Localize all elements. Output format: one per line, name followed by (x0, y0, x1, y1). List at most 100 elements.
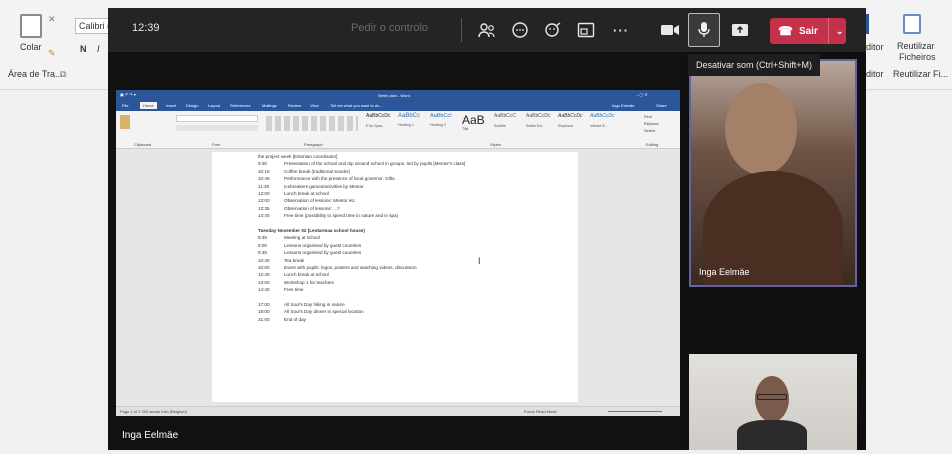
word-tab-design[interactable]: Design (186, 103, 198, 108)
paste-icon[interactable] (20, 14, 42, 38)
document-line: 14:40 Free time (possibility to spend tim… (258, 213, 398, 219)
editor-group-label: ditor (866, 69, 884, 79)
document-line: 13:00 Observation of lessons: Mentor etc (258, 198, 355, 204)
schedule-time: 9:30 (258, 161, 267, 167)
style-tile[interactable]: AaBbCcI Heading 2 (430, 113, 460, 137)
style-tile[interactable]: AaBbCcDc ¶ No Spac... (366, 113, 396, 137)
word-tab-insert[interactable]: Insert (166, 103, 176, 108)
schedule-time: 14:40 (258, 287, 270, 293)
style-name: Intense E... (590, 124, 608, 128)
style-tile[interactable]: AaB Title (462, 113, 492, 137)
schedule-text: Tea break (284, 257, 305, 263)
schedule-time: 8:45 (258, 235, 267, 241)
participant-body (737, 420, 807, 450)
word-window: ▣ ↶ ↷ ▾ Week plan - Word – ▢ ✕ File Home… (116, 90, 680, 416)
share-screen-icon[interactable] (729, 19, 751, 41)
schedule-text: Event with pupils: logos, posters and wa… (284, 265, 417, 270)
word-window-controls[interactable]: – ▢ ✕ (636, 92, 648, 97)
word-find-button[interactable]: Find (644, 114, 652, 119)
request-control-button[interactable]: Pedir o controlo (351, 22, 428, 34)
clipboard-group-label: Área de Tra... (8, 69, 63, 79)
word-paste-icon[interactable] (120, 115, 130, 129)
schedule-text: Free time (possibility to spend time in … (284, 213, 399, 219)
word-tab-view[interactable]: View (310, 103, 319, 108)
meeting-toolbar: 12:39 Pedir o controlo ··· ☎ Sair ⌄ (108, 8, 866, 52)
schedule-text: Tuesday November 02 (Leotarmaa school ho… (258, 228, 365, 233)
schedule-text: Workshop 1 for teachers (284, 279, 334, 285)
word-font-controls[interactable] (176, 115, 258, 122)
format-painter-icon[interactable]: ✎ (48, 48, 56, 59)
chat-icon[interactable] (509, 19, 531, 41)
document-line: 13:00 Workshop 1 for teachers (258, 280, 334, 286)
leave-button[interactable]: ☎ Sair ⌄ (770, 18, 846, 44)
word-share-button[interactable]: Share (656, 103, 667, 108)
word-tab-home[interactable]: Home (140, 102, 157, 109)
word-tab-layout[interactable]: Layout (208, 103, 220, 108)
word-font-format-row[interactable] (176, 125, 258, 131)
word-styles-gallery[interactable]: AaBbCcDc ¶ No Spac... AaBbCc Heading 1 AaB… (366, 113, 628, 137)
style-name: ¶ No Spac... (366, 124, 386, 128)
more-options-icon[interactable]: ··· (610, 19, 632, 41)
schedule-text: Lunch break at school (284, 272, 329, 278)
participant-glasses (757, 394, 787, 400)
reuse-files-label-1[interactable]: Reutilizar (897, 41, 935, 51)
schedule-time: 19:00 (258, 309, 270, 315)
reuse-files-label-2[interactable]: Ficheiros (899, 52, 936, 62)
font-name-box[interactable]: Calibri ( (75, 18, 109, 34)
italic-button[interactable]: I (97, 44, 100, 54)
phone-hangup-icon: ☎ (778, 24, 793, 38)
word-replace-button[interactable]: Replace (644, 121, 659, 126)
word-tab-references[interactable]: References (230, 103, 250, 108)
group-label-font: Font (212, 142, 221, 147)
breakout-rooms-icon[interactable] (575, 19, 597, 41)
style-tile[interactable]: AaBbCcDc Emphasis (558, 113, 588, 137)
document-line: Tuesday November 02 (Leotarmaa school ho… (258, 228, 365, 234)
schedule-text: Presentation of the school and trip arou… (284, 161, 466, 167)
expand-group-icon[interactable]: ⧉ (60, 69, 66, 80)
leave-divider (827, 18, 829, 44)
participant-tile-active[interactable]: Inga Eelmäe (689, 59, 857, 287)
document-page[interactable]: the project week [Estonian coordinator] 9… (212, 152, 578, 402)
cut-icon[interactable]: ✕ (48, 14, 56, 25)
participants-icon[interactable] (476, 19, 498, 41)
word-paragraph-controls[interactable] (266, 116, 358, 131)
schedule-text: Free time (284, 287, 304, 293)
microphone-icon (697, 21, 711, 44)
schedule-text: Lessons organised by guest countries (284, 242, 362, 248)
reuse-group-label: Reutilizar Fi... (893, 69, 949, 79)
word-select-button[interactable]: Select (644, 128, 655, 133)
word-quick-access: ▣ ↶ ↷ ▾ (120, 92, 136, 97)
style-preview: AaBbCcI (430, 113, 452, 119)
word-status-left: Page 1 of 2 209 words Irish (Belgium) (120, 409, 187, 414)
style-tile[interactable]: AaBbCcC Subtitle (494, 113, 524, 137)
reactions-icon[interactable] (542, 19, 564, 41)
word-tab-file[interactable]: File (122, 103, 128, 108)
presenter-name: Inga Eelmäe (122, 430, 179, 441)
word-tab-review[interactable]: Review (288, 103, 301, 108)
word-zoom-slider[interactable] (608, 411, 662, 412)
microphone-button[interactable] (688, 13, 720, 47)
style-tile[interactable]: AaBbCcDc Subtle Em... (526, 113, 556, 137)
chevron-down-icon[interactable]: ⌄ (836, 26, 844, 37)
bold-button[interactable]: N (80, 44, 87, 54)
document-line: 10:15 Coffee break (traditional snacks) (258, 169, 350, 175)
paste-label[interactable]: Colar (20, 42, 42, 52)
schedule-time: 13:00 (258, 279, 270, 285)
style-preview: AaB (462, 113, 485, 127)
schedule-text: Observation of lessons: Mentor etc (284, 198, 355, 204)
style-tile[interactable]: AaBbCcDc Intense E... (590, 113, 620, 137)
word-tab-bar: File Home Insert Design Layout Reference… (116, 101, 680, 111)
schedule-time: 13:00 (258, 198, 270, 204)
camera-icon[interactable] (659, 19, 681, 41)
editor-icon[interactable] (866, 14, 880, 34)
style-tile[interactable]: AaBbCc Heading 1 (398, 113, 428, 137)
participant-tile[interactable] (689, 354, 857, 450)
group-label-editing: Editing (646, 142, 659, 147)
schedule-time: 21:00 (258, 316, 270, 322)
word-tab-mailings[interactable]: Mailings (262, 103, 277, 108)
text-cursor-icon: I (478, 256, 481, 266)
editor-label[interactable]: ditor (866, 42, 884, 52)
reuse-files-icon[interactable] (903, 14, 921, 34)
word-tell-me[interactable]: Tell me what you want to do... (330, 103, 383, 108)
schedule-text: All Soul's Day dinner in special locatio… (284, 309, 364, 315)
